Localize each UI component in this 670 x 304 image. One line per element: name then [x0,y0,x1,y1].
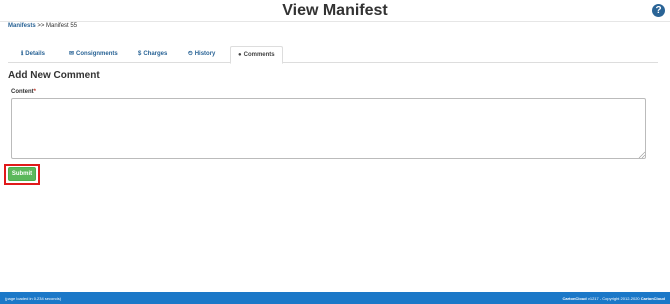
breadcrumb-separator: >> [37,23,45,29]
tab-details[interactable]: ℹ Details [14,46,52,63]
page-header: View Manifest ? [0,0,670,22]
dollar-icon: $ [138,51,142,57]
tab-bar: ℹ Details ✉ Consignments $ Charges ⏲ History… [8,46,658,64]
tab-label: Comments [243,52,275,58]
footer-load-time: (page loaded in 0.234 seconds) [5,296,62,301]
footer-brand-2: CartonCloud [640,296,665,301]
tab-history[interactable]: ⏲ History [181,46,222,63]
page-title: View Manifest [282,2,388,19]
required-marker: * [33,89,37,95]
envelope-icon: ✉ [69,51,75,57]
tab-label: Charges [143,51,168,57]
info-icon: ℹ [21,51,24,57]
tab-label: History [194,51,216,57]
submit-button[interactable]: Submit [8,167,36,181]
history-icon: ⏲ [188,51,193,57]
tab-consignments[interactable]: ✉ Consignments [62,46,125,63]
content-textarea[interactable] [11,98,646,159]
tab-charges[interactable]: $ Charges [131,46,174,63]
footer: (page loaded in 0.234 seconds) CartonClo… [0,292,670,304]
tab-label: Consignments [76,51,118,57]
section-title: Add New Comment [8,70,100,81]
content-label: Content* [11,89,36,95]
comment-icon: ● [238,52,242,58]
footer-version: v1217 - Copyright 2012-2020 [587,296,640,301]
tab-comments[interactable]: ● Comments [230,46,283,64]
breadcrumb-link-manifests[interactable]: Manifests [8,23,36,29]
tab-label: Details [25,51,45,57]
question-circle-icon[interactable]: ? [652,4,665,17]
breadcrumb: Manifests >> Manifest 55 [8,23,77,29]
footer-brand: CartonCloud [562,296,587,301]
content-label-text: Content [11,89,34,95]
breadcrumb-current: Manifest 55 [46,23,78,29]
footer-copyright: CartonCloud v1217 - Copyright 2012-2020 … [563,296,666,301]
